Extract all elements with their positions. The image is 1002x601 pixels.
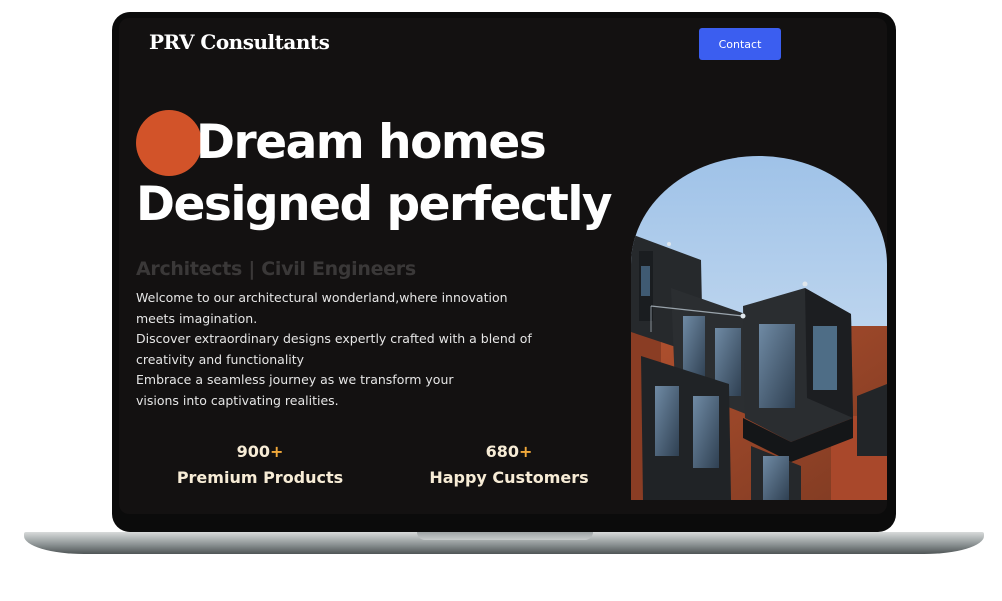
description-line: Embrace a seamless journey as we transfo…	[136, 372, 454, 388]
contact-button[interactable]: Contact	[699, 28, 781, 60]
description-line: creativity and functionality	[136, 351, 305, 367]
description-line: Welcome to our architectural wonderland,…	[136, 290, 508, 305]
building-photo	[631, 156, 887, 500]
hero-title-line-2: Designed perfectly	[136, 177, 613, 232]
stat-number: 900+	[236, 442, 284, 461]
description-line: visions into captivating realities.	[136, 392, 339, 408]
laptop-hinge-notch	[417, 532, 593, 540]
stat-label: Premium Products	[176, 468, 344, 487]
stat-label: Happy Customers	[429, 468, 589, 487]
hero-description: Welcome to our architectural wonderland,…	[136, 288, 576, 412]
description-line: Discover extraordinary designs expertly …	[136, 331, 532, 347]
website-screen: PRV Consultants Contact Dream homes Desi…	[119, 18, 887, 514]
stat-number: 680+	[485, 442, 533, 461]
hero-title-line-1: Dream homes	[196, 115, 547, 170]
description-line: meets imagination.	[136, 310, 258, 326]
hero-title: Dream homes Designed perfectly	[136, 112, 613, 236]
brand-logo[interactable]: PRV Consultants	[149, 30, 330, 54]
stat-premium-products: 900+ Premium Products	[175, 440, 345, 492]
hero-subtitle: Architects | Civil Engineers	[136, 258, 416, 280]
stat-happy-customers: 680+ Happy Customers	[419, 440, 599, 492]
